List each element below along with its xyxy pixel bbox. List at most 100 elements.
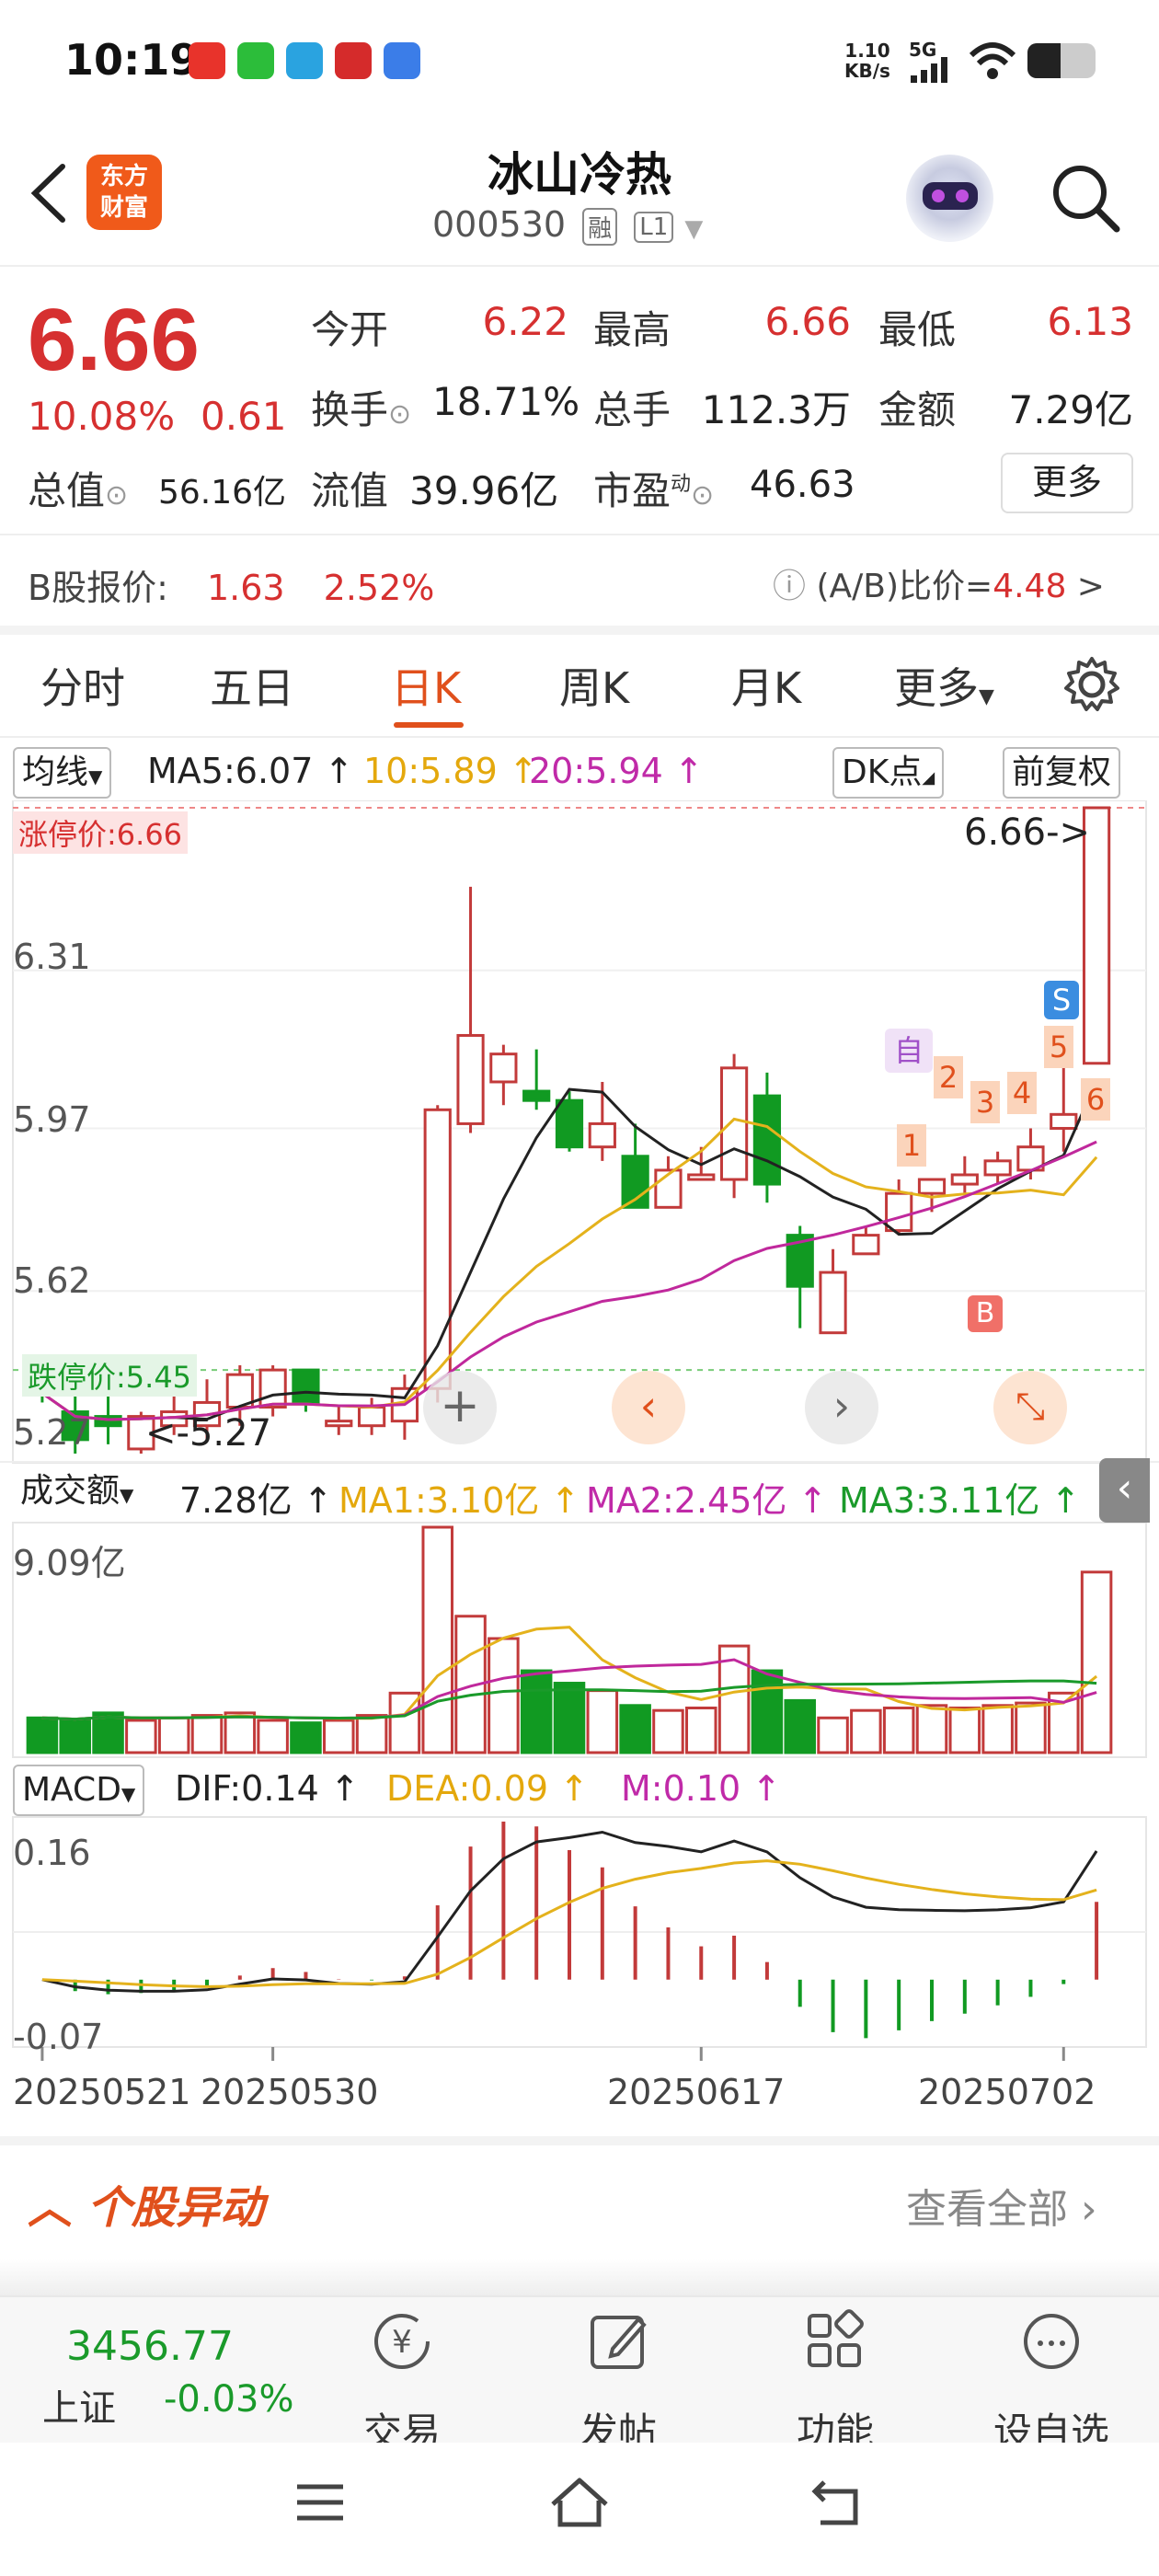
post-edit-icon[interactable] xyxy=(581,2305,655,2378)
volume-bar xyxy=(882,1706,915,1754)
stock-code-row[interactable]: 000530 融 L1 ▼ xyxy=(432,204,703,246)
index-value[interactable]: 3456.77 xyxy=(66,2323,234,2370)
macd-selector[interactable]: MACD▼ xyxy=(13,1765,145,1816)
tab-daily-k[interactable]: 日K xyxy=(391,655,461,716)
y-axis-label: 5.97 xyxy=(13,1099,91,1140)
fullscreen-button[interactable]: ⤡ xyxy=(993,1371,1067,1444)
sell-marker[interactable]: S xyxy=(1044,981,1079,1019)
info-icon: ⊙ xyxy=(105,479,129,512)
candle-body xyxy=(456,1033,485,1125)
open-label: 今开 xyxy=(311,307,389,352)
volume-bar xyxy=(1080,1570,1113,1754)
more-button[interactable]: 更多 xyxy=(1001,453,1133,513)
info-icon: ⊙ xyxy=(388,398,412,431)
open-value: 6.22 xyxy=(482,299,568,344)
volume-bar xyxy=(553,1682,586,1754)
candle-body xyxy=(357,1405,386,1428)
low-label: 最低 xyxy=(878,307,957,352)
b-share-row[interactable]: B股报价: 1.63 2.52% xyxy=(28,559,434,610)
tab-weekly-k[interactable]: 周K xyxy=(559,655,629,716)
volume-bar xyxy=(1015,1701,1047,1754)
amount-label: 金额 xyxy=(878,387,957,432)
volume-bar xyxy=(751,1669,784,1754)
stock-alert-title[interactable]: ︿ 个股异动 xyxy=(28,2171,264,2236)
tab-monthly-k[interactable]: 月K xyxy=(731,655,801,716)
sequence-marker: 1 xyxy=(897,1124,926,1167)
dropdown-icon: ▼ xyxy=(684,215,704,243)
pe-label[interactable]: 市盈动⊙ xyxy=(593,460,714,516)
macd-m: M:0.10 ↑ xyxy=(621,1768,782,1809)
telegram-icon xyxy=(286,42,323,79)
amount-value: 7.29亿 xyxy=(1008,387,1133,432)
volume-bar xyxy=(59,1719,91,1754)
volume-label: 总手 xyxy=(593,387,671,432)
volume-bar xyxy=(948,1706,981,1754)
limit-down-label: 跌停价:5.45 xyxy=(22,1354,198,1397)
volume-bar xyxy=(586,1689,619,1754)
current-price: 6.66 xyxy=(28,291,200,389)
dk-point-button[interactable]: DK点◢ xyxy=(832,747,945,799)
ma5-value: MA5:6.07 ↑ xyxy=(147,751,354,791)
add-watchlist-icon[interactable] xyxy=(1015,2305,1088,2378)
volume-bar xyxy=(157,1716,190,1754)
tab-five-day[interactable]: 五日 xyxy=(210,655,294,716)
amount-ma2: MA2:2.45亿 ↑ xyxy=(586,1480,828,1521)
active-tab-indicator xyxy=(394,722,464,728)
scroll-left-button[interactable]: ‹ xyxy=(612,1371,685,1444)
function-grid-icon[interactable] xyxy=(798,2305,872,2378)
turnover-label[interactable]: 换手⊙ xyxy=(311,379,411,435)
view-all-link[interactable]: 查看全部 › xyxy=(906,2176,1097,2235)
macd-ybottom: -0.07 xyxy=(13,2017,104,2057)
volume-ymax: 9.09亿 xyxy=(13,1543,126,1583)
volume-bar xyxy=(421,1525,453,1754)
volume-bar xyxy=(685,1706,717,1754)
collapse-panel-button[interactable]: ‹ xyxy=(1099,1458,1150,1523)
high-label: 最高 xyxy=(593,307,671,352)
zoom-in-button[interactable]: + xyxy=(423,1371,497,1444)
pe-value: 46.63 xyxy=(750,464,855,506)
ma-selector[interactable]: 均线▼ xyxy=(13,747,112,799)
tab-intraday[interactable]: 分时 xyxy=(40,655,125,716)
search-icon[interactable] xyxy=(1049,161,1122,235)
scroll-right-button[interactable]: › xyxy=(805,1371,878,1444)
candle-body xyxy=(885,1191,913,1233)
high-value: 6.66 xyxy=(764,299,851,344)
candle-body xyxy=(555,1098,584,1149)
menu-icon[interactable] xyxy=(293,2479,348,2525)
back-arrow-icon[interactable] xyxy=(26,161,72,225)
max-price-mark: 6.66-> xyxy=(964,811,1091,854)
volume-bar xyxy=(190,1714,224,1754)
back-nav-icon[interactable] xyxy=(809,2475,865,2530)
buy-marker[interactable]: B xyxy=(968,1295,1003,1332)
volume-value: 112.3万 xyxy=(701,387,851,432)
settings-gear-icon[interactable] xyxy=(1062,655,1121,714)
adjust-button[interactable]: 前复权 xyxy=(1003,747,1121,799)
tab-more[interactable]: 更多▼ xyxy=(894,655,994,716)
volume-bar xyxy=(981,1704,1014,1754)
app-icon-blue xyxy=(384,42,420,79)
amount-ma1: MA1:3.10亿 ↑ xyxy=(339,1480,580,1521)
date-label: 20250617 xyxy=(607,2072,786,2112)
help-icon: ⓘ xyxy=(773,568,807,605)
svg-text:¥: ¥ xyxy=(392,2324,412,2361)
stock-name: 冰山冷热 xyxy=(488,148,671,201)
eastmoney-logo[interactable]: 东方 财富 xyxy=(86,155,162,230)
trade-icon[interactable]: ¥ xyxy=(365,2305,439,2378)
app-icon xyxy=(335,42,372,79)
macd-ytop: 0.16 xyxy=(13,1833,91,1873)
index-name[interactable]: 上证 xyxy=(42,2378,116,2432)
candle-body xyxy=(917,1178,947,1195)
wifi-icon xyxy=(969,42,1016,79)
y-axis-label: 5.27 xyxy=(13,1412,91,1453)
battery-icon xyxy=(1027,43,1096,78)
index-change[interactable]: -0.03% xyxy=(164,2378,294,2421)
volume-bar xyxy=(323,1719,355,1754)
candle-body xyxy=(292,1368,320,1404)
ab-ratio[interactable]: ⓘ (A/B)比价=4.48 > xyxy=(773,559,1105,607)
candle-body xyxy=(325,1420,353,1428)
volume-selector[interactable]: 成交额▼ xyxy=(13,1467,142,1515)
self-marker[interactable]: 自 xyxy=(885,1029,933,1073)
assistant-robot-avatar[interactable] xyxy=(906,155,993,242)
mktcap-label[interactable]: 总值⊙ xyxy=(28,460,128,516)
home-icon[interactable] xyxy=(547,2475,612,2530)
